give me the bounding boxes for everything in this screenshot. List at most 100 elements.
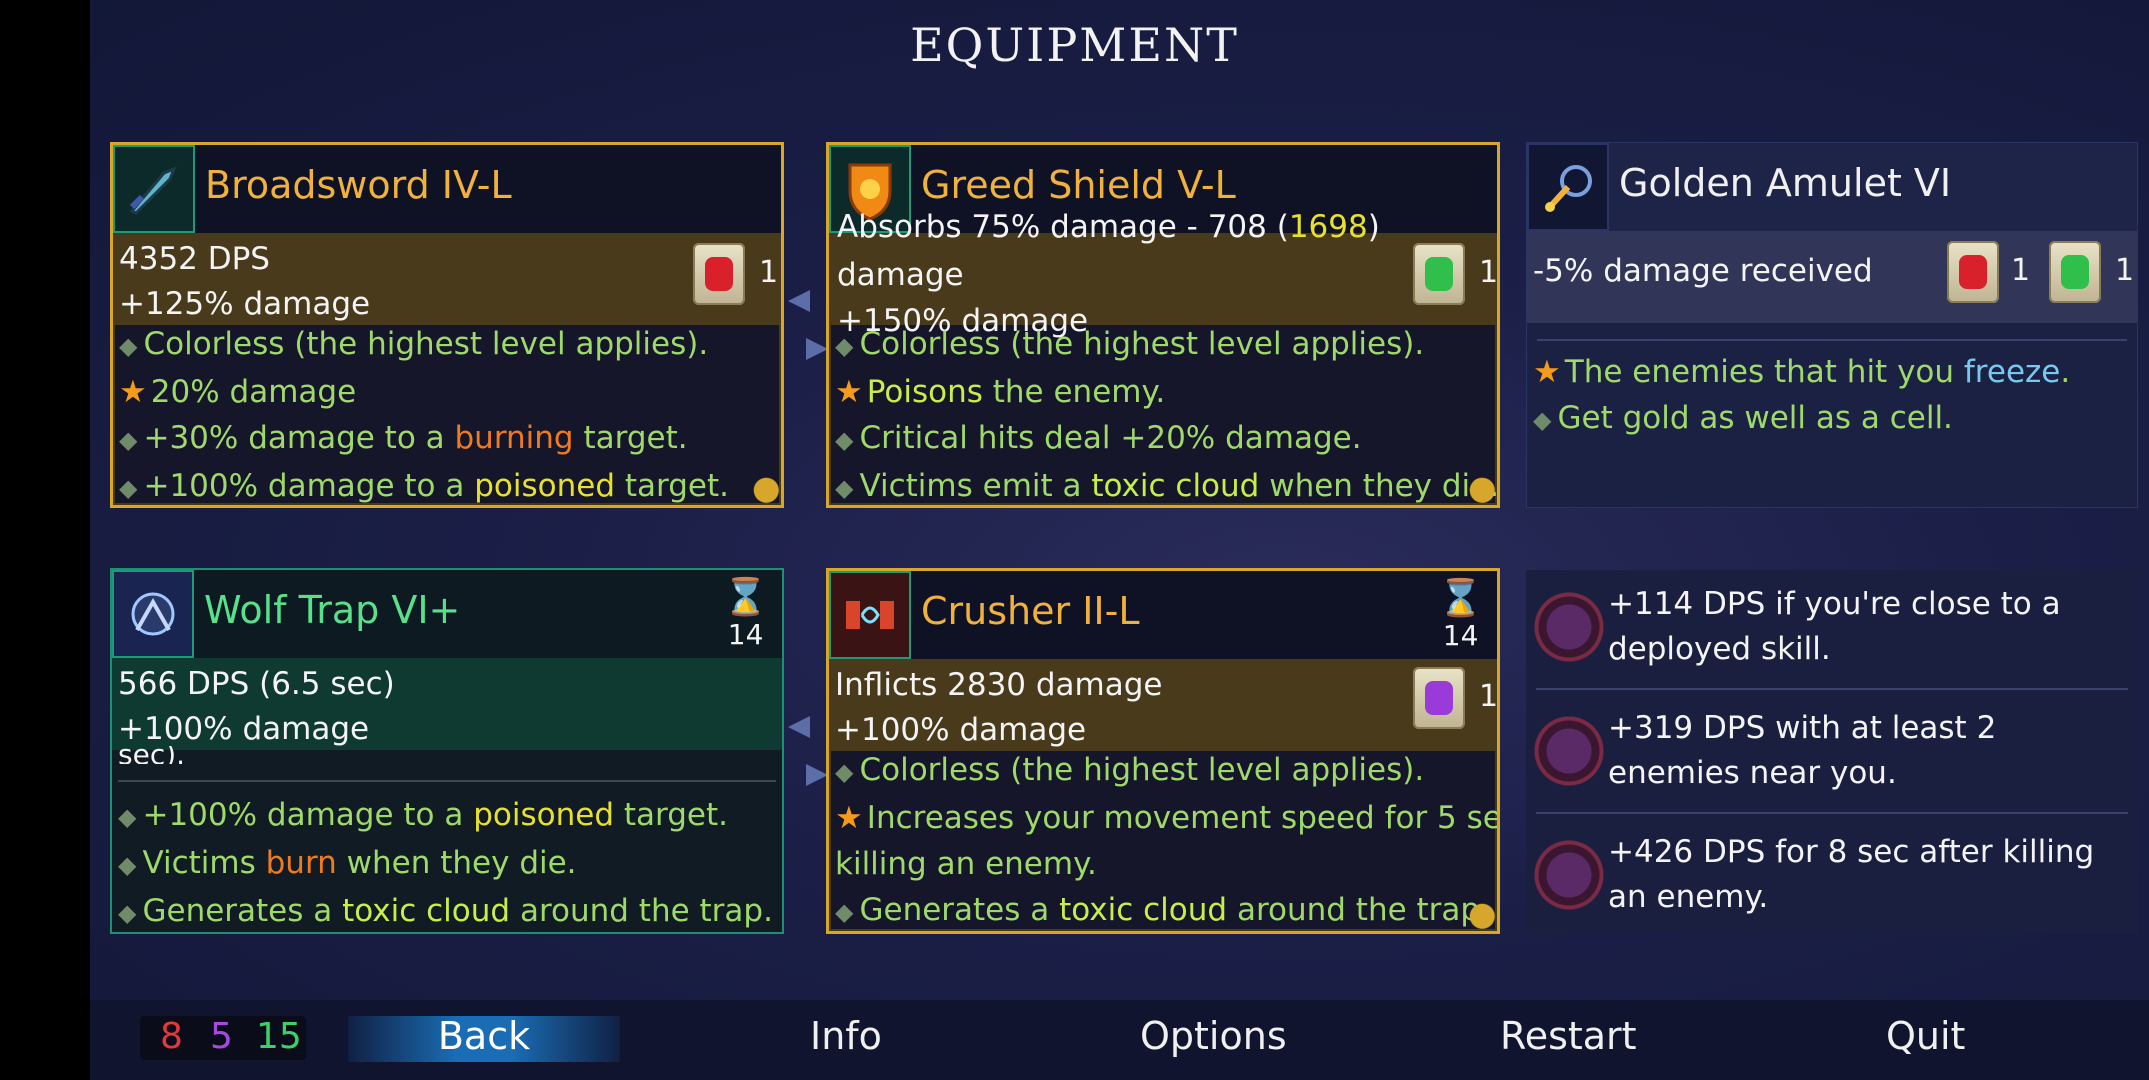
diamond-bullet-icon: ◆ — [119, 474, 138, 502]
back-button[interactable]: Back — [348, 1014, 620, 1062]
item-damage-bonus: +100% damage — [118, 711, 370, 747]
affix-line: ◆ Generates a toxic cloud around the trap… — [118, 893, 773, 929]
affix-list: ◆ Colorless (the highest level applies). … — [119, 321, 775, 505]
diamond-bullet-icon: ◆ — [118, 899, 137, 927]
item-damage-stat: Inflicts 2830 damage — [835, 667, 1163, 703]
diamond-bullet-icon: ◆ — [1533, 406, 1552, 434]
affix-line: ◆ Colorless (the highest level applies). — [835, 752, 1425, 788]
card-wolf-trap[interactable]: Wolf Trap VI+ ⌛ 14 566 DPS (6.5 sec) +100… — [110, 568, 784, 934]
item-damage-bonus: +100% damage — [835, 712, 1087, 748]
item-name: Greed Shield V-L — [921, 163, 1236, 207]
affix-list: ★ The enemies that hit you freeze. ◆ Get g… — [1533, 349, 2131, 443]
affix-line: ◆ Critical hits deal +20% damage. — [835, 420, 1362, 456]
legendary-corner-icon — [1455, 463, 1497, 505]
restart-button[interactable]: Restart — [1500, 1014, 1637, 1058]
info-button[interactable]: Info — [810, 1014, 882, 1058]
item-name: Golden Amulet VI — [1619, 161, 1952, 205]
diamond-bullet-icon: ◆ — [118, 803, 137, 831]
options-button[interactable]: Options — [1140, 1014, 1287, 1058]
scroll-count: 1 — [759, 255, 779, 290]
affix-line: ★ The enemies that hit you freeze. — [1533, 354, 2071, 390]
cooldown-value: 14 — [1442, 619, 1479, 652]
affix-line: ★Increases your movement speed for 5 sec… — [835, 800, 1500, 836]
brutality-count: 8 — [160, 1016, 183, 1057]
diamond-bullet-icon: ◆ — [835, 426, 854, 454]
affix-line: ◆ +30% damage to a burning target. — [119, 420, 688, 456]
affix-line: ★ 20% damage — [119, 374, 357, 410]
mutation-icon — [1534, 716, 1604, 786]
affix-line: ◆ Colorless (the highest level applies). — [835, 326, 1425, 362]
diamond-bullet-icon: ◆ — [119, 332, 138, 360]
affix-line: ◆ +100% damage to a poisoned target. — [118, 797, 728, 833]
crusher-icon — [829, 571, 911, 659]
page-title: EQUIPMENT — [910, 18, 1239, 72]
item-dps: 566 DPS (6.5 sec) — [118, 666, 395, 702]
scroll-of-brutality-icon — [1947, 241, 1999, 303]
mutation-text: +426 DPS for 8 sec after killing an enem… — [1608, 834, 2095, 915]
scroll-stat-counters: 8 5 15 — [140, 1016, 306, 1060]
left-black-bar — [0, 0, 90, 1080]
card-broadsword[interactable]: Broadsword IV-L 4352 DPS +125% damage 1 … — [110, 142, 784, 508]
survival-count: 15 — [256, 1016, 302, 1057]
amulet-icon — [1527, 143, 1609, 231]
item-absorb-stat: Absorbs 75% damage - 708 (1698) — [837, 209, 1380, 245]
scroll-of-survival-icon — [1413, 243, 1465, 305]
affix-list: ◆ Colorless (the highest level applies). … — [835, 747, 1500, 931]
scroll-count: 1 — [1479, 255, 1499, 290]
affix-line: ◆ Victims emit a toxic cloud when they di… — [835, 468, 1500, 504]
card-golden-amulet[interactable]: Golden Amulet VI -5% damage received 1 1… — [1526, 142, 2138, 508]
quit-button[interactable]: Quit — [1886, 1014, 1965, 1058]
scroll-of-brutality-icon — [693, 243, 745, 305]
diamond-bullet-icon: ◆ — [118, 851, 137, 879]
affix-line: ★ Poisons the enemy. — [835, 374, 1166, 410]
cooldown-hourglass-icon: ⌛ 14 — [723, 577, 768, 651]
star-icon: ★ — [119, 374, 147, 410]
divider — [118, 780, 776, 782]
swap-right-arrow-icon — [788, 764, 828, 786]
item-dps: 4352 DPS — [119, 241, 270, 277]
mutation-text: +114 DPS if you're close to a deployed s… — [1608, 586, 2061, 667]
scroll-of-survival-icon — [2049, 241, 2101, 303]
item-name: Wolf Trap VI+ — [204, 588, 461, 632]
diamond-bullet-icon: ◆ — [119, 426, 138, 454]
diamond-bullet-icon: ◆ — [835, 758, 854, 786]
card-crusher[interactable]: Crusher II-L ⌛ 14 Inflicts 2830 damage +1… — [826, 568, 1500, 934]
diamond-bullet-icon: ◆ — [835, 474, 854, 502]
affix-list: ◆ Colorless (the highest level applies). … — [835, 321, 1500, 505]
legendary-corner-icon — [1455, 889, 1497, 931]
scroll-count: 1 — [2011, 253, 2031, 288]
item-damage-bonus: +125% damage — [119, 286, 371, 322]
item-absorb-stat-cont: damage — [837, 257, 964, 293]
clipped-text: sec). — [118, 746, 186, 764]
divider — [1537, 339, 2127, 341]
star-icon: ★ — [835, 800, 863, 836]
card-greed-shield[interactable]: Greed Shield V-L Absorbs 75% damage - 70… — [826, 142, 1500, 508]
mutation-icon — [1534, 592, 1604, 662]
divider — [1536, 812, 2128, 814]
item-name: Crusher II-L — [921, 589, 1140, 633]
affix-line: ◆ +100% damage to a poisoned target. — [119, 468, 729, 504]
affix-line: killing an enemy. — [835, 846, 1097, 882]
legendary-corner-icon — [739, 463, 781, 505]
scroll-count: 1 — [1479, 679, 1499, 714]
item-name: Broadsword IV-L — [205, 163, 512, 207]
scroll-of-tactics-icon — [1413, 667, 1465, 729]
mutation-row[interactable]: +426 DPS for 8 sec after killing an enem… — [1526, 818, 2138, 940]
star-icon: ★ — [835, 374, 863, 410]
star-icon: ★ — [1533, 354, 1561, 390]
item-damage-reduction: -5% damage received — [1533, 253, 1873, 289]
affix-line: ◆ Colorless (the highest level applies). — [119, 326, 709, 362]
mutation-row[interactable]: +114 DPS if you're close to a deployed s… — [1526, 570, 2138, 692]
swap-left-arrow-icon — [788, 290, 828, 312]
wolf-trap-icon — [112, 570, 194, 658]
affix-line: ◆ Get gold as well as a cell. — [1533, 400, 1953, 436]
swap-right-arrow-icon — [788, 338, 828, 360]
mutation-icon — [1534, 840, 1604, 910]
cooldown-value: 14 — [727, 618, 764, 651]
mutation-bonus-panel: +114 DPS if you're close to a deployed s… — [1526, 570, 2138, 934]
affix-line: ◆ Victims burn when they die. — [118, 845, 577, 881]
diamond-bullet-icon: ◆ — [835, 332, 854, 360]
scroll-count: 1 — [2115, 253, 2135, 288]
tactics-count: 5 — [210, 1016, 233, 1057]
mutation-row[interactable]: +319 DPS with at least 2 enemies near yo… — [1526, 694, 2138, 816]
